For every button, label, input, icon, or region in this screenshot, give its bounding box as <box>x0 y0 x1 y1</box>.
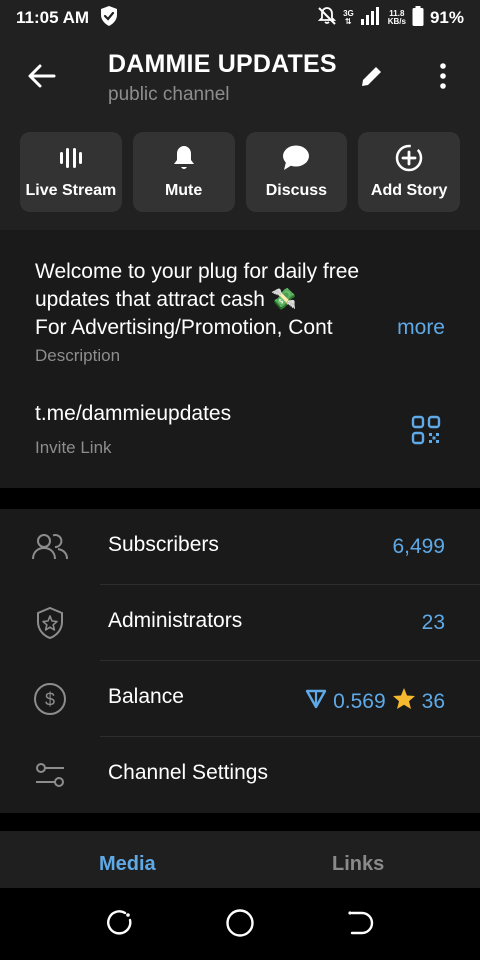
subscribers-count: 6,499 <box>392 535 445 558</box>
pencil-icon <box>359 63 385 94</box>
edit-button[interactable] <box>354 62 390 94</box>
discuss-label: Discuss <box>265 182 328 199</box>
add-story-icon <box>394 142 424 174</box>
admin-shield-icon <box>30 605 70 641</box>
back-nav-button[interactable] <box>342 908 378 942</box>
tab-media[interactable]: Media <box>99 853 156 876</box>
balance-row[interactable]: $ Balance 0.569 36 <box>0 661 480 737</box>
svg-text:$: $ <box>45 690 55 710</box>
live-stream-button[interactable]: Live Stream <box>20 132 122 212</box>
more-options-button[interactable] <box>428 62 458 94</box>
stars-balance: 36 <box>421 689 445 713</box>
live-stream-label: Live Stream <box>25 182 117 199</box>
channel-settings-row[interactable]: Channel Settings <box>0 737 480 813</box>
mute-label: Mute <box>164 182 203 199</box>
ton-balance: 0.569 <box>333 689 386 713</box>
channel-info: Welcome to your plug for daily free upda… <box>0 230 480 488</box>
description-text: Welcome to your plug for daily free upda… <box>35 258 445 342</box>
notifications-off-icon <box>317 6 337 31</box>
battery-level: 91% <box>429 8 464 27</box>
ton-icon <box>305 689 327 715</box>
tab-links[interactable]: Links <box>332 853 384 876</box>
live-stream-icon <box>58 142 84 174</box>
channel-settings-label: Channel Settings <box>108 761 268 784</box>
media-tabs: Media Links <box>0 831 480 888</box>
home-button[interactable] <box>222 908 258 942</box>
invite-link-label: Invite Link <box>35 438 112 457</box>
system-nav-bar <box>0 888 480 960</box>
shield-check-icon <box>99 5 119 32</box>
add-story-label: Add Story <box>370 182 448 199</box>
description-label: Description <box>35 346 121 365</box>
recent-apps-icon <box>106 909 134 942</box>
star-icon <box>392 687 416 716</box>
qr-code-button[interactable] <box>406 414 446 450</box>
home-circle-icon <box>225 908 255 943</box>
add-story-button[interactable]: Add Story <box>358 132 460 212</box>
action-buttons: Live Stream Mute Discuss Add Story <box>20 132 460 212</box>
subscribers-label: Subscribers <box>108 533 219 556</box>
subscribers-row[interactable]: Subscribers 6,499 <box>0 509 480 585</box>
settings-sliders-icon <box>30 757 70 793</box>
description-line: updates that attract cash 💸 <box>35 288 297 311</box>
dollar-coin-icon: $ <box>30 681 70 717</box>
channel-title: DAMMIE UPDATES <box>108 50 337 78</box>
channel-stats-list: Subscribers 6,499 Administrators 23 $ Ba… <box>0 509 480 813</box>
status-bar: 11:05 AM 3G ⇅ 11.8 KB/s 91% <box>0 0 480 36</box>
invite-link[interactable]: t.me/dammieupdates <box>35 402 231 426</box>
description-line: Welcome to your plug for daily free <box>35 260 360 283</box>
administrators-count: 23 <box>421 611 445 634</box>
status-time: 11:05 AM <box>16 8 90 27</box>
administrators-row[interactable]: Administrators 23 <box>0 585 480 661</box>
mute-button[interactable]: Mute <box>132 132 235 212</box>
balance-label: Balance <box>108 685 184 708</box>
back-nav-icon <box>346 909 374 942</box>
battery-icon <box>412 5 424 31</box>
discuss-button[interactable]: Discuss <box>245 132 348 212</box>
more-link[interactable]: more <box>397 314 445 342</box>
people-icon <box>30 529 70 565</box>
channel-subtitle: public channel <box>108 84 230 105</box>
administrators-label: Administrators <box>108 609 243 632</box>
description-line: For Advertising/Promotion, Cont <box>35 316 333 339</box>
back-button[interactable] <box>22 60 62 96</box>
channel-header: DAMMIE UPDATES public channel Live Strea… <box>0 36 480 230</box>
balance-values: 0.569 36 <box>305 687 445 716</box>
recent-apps-button[interactable] <box>102 908 138 942</box>
bell-icon <box>172 142 196 174</box>
more-vertical-icon <box>439 62 447 94</box>
data-speed: 11.8 KB/s <box>387 9 406 26</box>
back-arrow-icon <box>27 63 57 94</box>
qr-code-icon <box>411 415 441 450</box>
chat-bubble-icon <box>281 142 311 174</box>
signal-icon <box>360 6 382 30</box>
network-type: 3G ⇅ <box>343 9 354 26</box>
